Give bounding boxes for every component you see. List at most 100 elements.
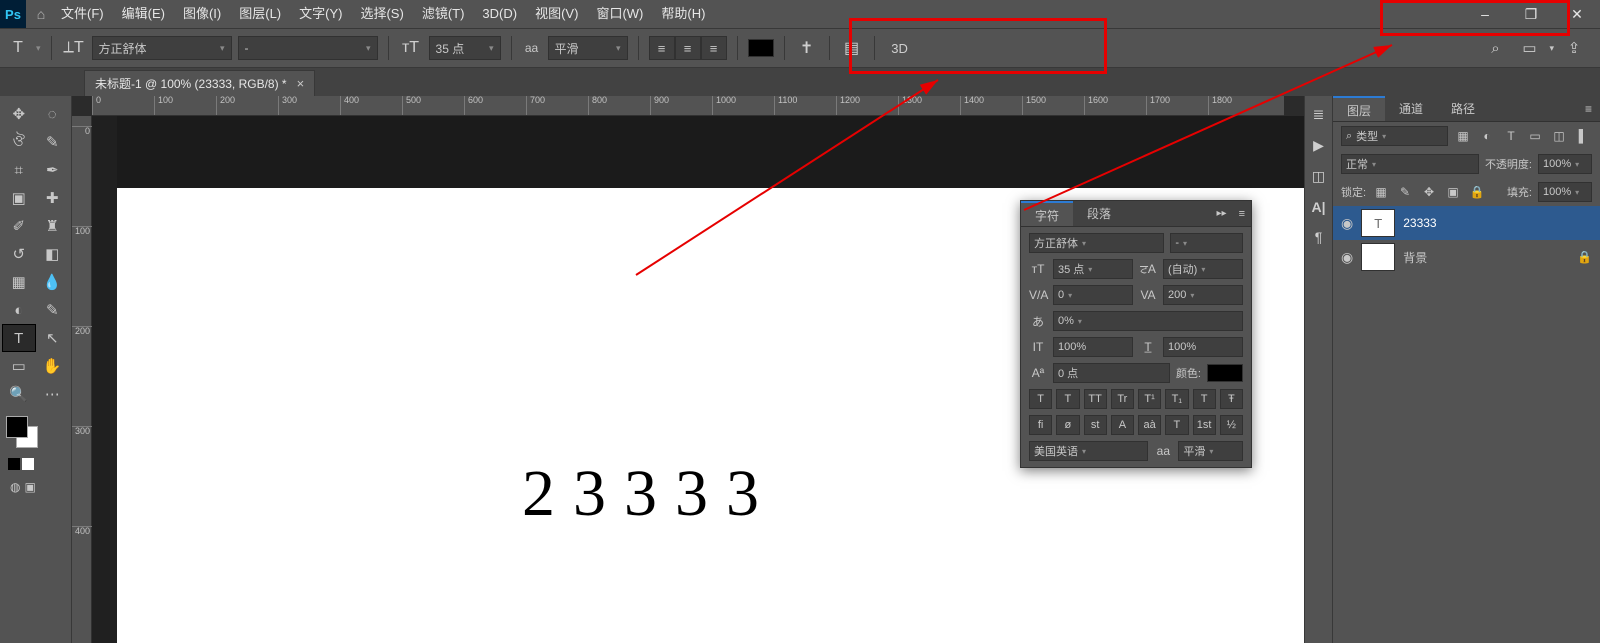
stamp-tool-icon[interactable]: ♜ <box>36 212 70 240</box>
tab-paths[interactable]: 路径 <box>1437 96 1489 121</box>
history-brush-icon[interactable]: ↺ <box>2 240 36 268</box>
window-min-button[interactable]: – <box>1462 0 1508 28</box>
tab-layers[interactable]: 图层 <box>1333 96 1385 121</box>
filter-smart-icon[interactable]: ◫ <box>1550 127 1568 145</box>
workspace-icon[interactable]: ▭ <box>1515 34 1543 62</box>
menu-filter[interactable]: 滤镜(T) <box>413 0 474 28</box>
lasso-tool-icon[interactable]: ঔ <box>2 128 36 156</box>
type-tool-icon[interactable]: T <box>2 324 36 352</box>
heal-tool-icon[interactable]: ✚ <box>36 184 70 212</box>
menu-layer[interactable]: 图层(L) <box>230 0 290 28</box>
zoom-tool-icon[interactable]: 🔍 <box>2 380 36 408</box>
dodge-tool-icon[interactable]: ◐ <box>2 296 36 324</box>
move-tool-icon[interactable]: ✥ <box>2 100 36 128</box>
window-max-button[interactable]: ❐ <box>1508 0 1554 28</box>
filter-type-icon[interactable]: T <box>1502 127 1520 145</box>
orientation-icon[interactable]: ⟂T <box>62 36 86 60</box>
home-icon[interactable]: ⌂ <box>30 6 52 22</box>
menu-help[interactable]: 帮助(H) <box>652 0 714 28</box>
paragraph-panel-icon[interactable]: ¶ <box>1315 229 1323 245</box>
bold-btn[interactable]: T <box>1029 389 1052 409</box>
char-panel-icon[interactable]: ▤ <box>840 36 864 60</box>
opacity-select[interactable]: 100%▾ <box>1538 154 1592 174</box>
char-style-select[interactable]: -▾ <box>1170 233 1243 253</box>
properties-panel-icon[interactable]: ◫ <box>1312 168 1325 185</box>
panel-menu-icon[interactable]: ≡ <box>1577 96 1600 121</box>
lock-pixels-icon[interactable]: ▦ <box>1372 183 1390 201</box>
char-scale-select[interactable]: 0%▾ <box>1053 311 1243 331</box>
char-leading-select[interactable]: (自动)▾ <box>1163 259 1243 279</box>
play-panel-icon[interactable]: ▶ <box>1313 137 1324 154</box>
shape-tool-icon[interactable]: ▭ <box>2 352 36 380</box>
menu-select[interactable]: 选择(S) <box>351 0 412 28</box>
ot-swash-btn[interactable]: A <box>1111 415 1134 435</box>
color-swatches[interactable] <box>6 416 44 452</box>
menu-file[interactable]: 文件(F) <box>52 0 113 28</box>
font-family-select[interactable]: 方正舒体▾ <box>92 36 232 60</box>
quickselect-tool-icon[interactable]: ✎ <box>36 128 70 156</box>
smallcaps-btn[interactable]: Tr <box>1111 389 1134 409</box>
ot-ligature-btn[interactable]: fi <box>1029 415 1052 435</box>
warp-text-icon[interactable]: ✝ <box>795 36 819 60</box>
window-close-button[interactable]: ✕ <box>1554 0 1600 28</box>
fill-select[interactable]: 100%▾ <box>1538 182 1592 202</box>
share-icon[interactable]: ⇪ <box>1560 34 1588 62</box>
panel-menu-icon[interactable]: ≡ <box>1233 201 1251 226</box>
3d-button[interactable]: 3D <box>885 36 915 60</box>
eyedropper-tool-icon[interactable]: ✒ <box>36 156 70 184</box>
layer-filter-select[interactable]: ⌕类型▾ <box>1341 126 1448 146</box>
char-vscale[interactable]: 100% <box>1053 337 1133 357</box>
subscript-btn[interactable]: T₁ <box>1165 389 1188 409</box>
ot-ord-btn[interactable]: 1st <box>1193 415 1216 435</box>
align-center-button[interactable]: ≡ <box>675 36 701 60</box>
ot-title-btn[interactable]: T <box>1165 415 1188 435</box>
menu-3d[interactable]: 3D(D) <box>473 0 526 28</box>
more-tools-icon[interactable]: ⋯ <box>36 380 70 408</box>
char-font-select[interactable]: 方正舒体▾ <box>1029 233 1164 253</box>
search-icon[interactable]: ⌕ <box>1481 34 1509 62</box>
align-left-button[interactable]: ≡ <box>649 36 675 60</box>
filter-adjust-icon[interactable]: ◐ <box>1478 127 1496 145</box>
char-tracking-select[interactable]: 200▾ <box>1163 285 1243 305</box>
tool-preset-icon[interactable]: T <box>6 36 30 60</box>
marquee-tool-icon[interactable]: ◌ <box>36 100 70 128</box>
caps-btn[interactable]: TT <box>1084 389 1107 409</box>
italic-btn[interactable]: T <box>1056 389 1079 409</box>
tab-close-icon[interactable]: × <box>297 76 305 91</box>
document-tab[interactable]: 未标题-1 @ 100% (23333, RGB/8) * × <box>84 70 315 96</box>
layer-item[interactable]: ◉ 背景 🔒 <box>1333 240 1600 274</box>
char-kerning-select[interactable]: 0▾ <box>1053 285 1133 305</box>
fg-color-swatch[interactable] <box>6 416 28 438</box>
lock-move-icon[interactable]: ✥ <box>1420 183 1438 201</box>
align-right-button[interactable]: ≡ <box>701 36 727 60</box>
char-lang-select[interactable]: 美国英语▾ <box>1029 441 1148 461</box>
eraser-tool-icon[interactable]: ◧ <box>36 240 70 268</box>
tab-character[interactable]: 字符 <box>1021 201 1073 226</box>
strike-btn[interactable]: Ŧ <box>1220 389 1243 409</box>
history-panel-icon[interactable]: ≣ <box>1313 106 1325 123</box>
brush-tool-icon[interactable]: ✐ <box>2 212 36 240</box>
ot-frac-btn[interactable]: ½ <box>1220 415 1243 435</box>
antialias-select[interactable]: 平滑▾ <box>548 36 628 60</box>
crop-tool-icon[interactable]: ⌗ <box>2 156 36 184</box>
gradient-tool-icon[interactable]: ▦ <box>2 268 36 296</box>
visibility-icon[interactable]: ◉ <box>1341 249 1353 266</box>
filter-shape-icon[interactable]: ▭ <box>1526 127 1544 145</box>
blur-tool-icon[interactable]: 💧 <box>36 268 70 296</box>
superscript-btn[interactable]: T¹ <box>1138 389 1161 409</box>
lock-all-icon[interactable]: 🔒 <box>1468 183 1486 201</box>
lock-artboard-icon[interactable]: ▣ <box>1444 183 1462 201</box>
char-size-select[interactable]: 35 点▾ <box>1053 259 1133 279</box>
type-panel-icon[interactable]: A| <box>1311 199 1325 215</box>
ot-alt-btn[interactable]: aà <box>1138 415 1161 435</box>
char-aa-select[interactable]: 平滑▾ <box>1178 441 1243 461</box>
menu-window[interactable]: 窗口(W) <box>587 0 652 28</box>
path-tool-icon[interactable]: ↖ <box>36 324 69 352</box>
char-hscale[interactable]: 100% <box>1163 337 1243 357</box>
blend-mode-select[interactable]: 正常▾ <box>1341 154 1479 174</box>
char-color-swatch[interactable] <box>1207 364 1243 382</box>
char-baseline[interactable]: 0 点 <box>1053 363 1170 383</box>
menu-edit[interactable]: 编辑(E) <box>113 0 174 28</box>
visibility-icon[interactable]: ◉ <box>1341 215 1353 232</box>
lock-paint-icon[interactable]: ✎ <box>1396 183 1414 201</box>
